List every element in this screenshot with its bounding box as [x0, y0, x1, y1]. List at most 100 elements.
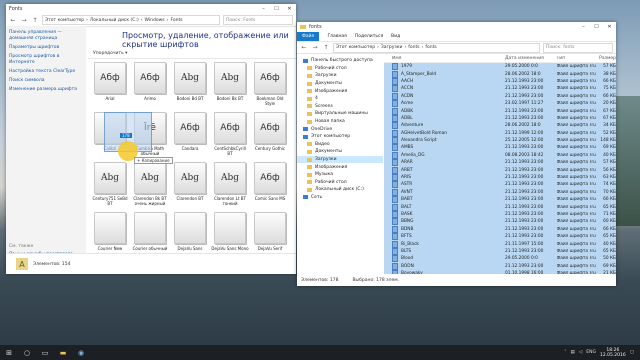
nav-item[interactable]: Изображения: [297, 87, 383, 95]
up-arrow-icon[interactable]: ↑: [31, 16, 39, 24]
nav-item[interactable]: Музыка: [297, 171, 383, 179]
nav-item[interactable]: Загрузки: [297, 72, 383, 80]
minimize-icon[interactable]: –: [257, 4, 270, 14]
language-indicator[interactable]: ENG: [586, 350, 596, 355]
font-tile[interactable]: Abg Clarendon Bk BT очень жирный: [130, 162, 170, 206]
font-tile[interactable]: Abg Bodoni Bd BT: [170, 61, 210, 106]
breadcrumb-item[interactable]: Windows: [145, 18, 165, 23]
breadcrumb-item[interactable]: fonts: [408, 45, 419, 50]
back-arrow-icon[interactable]: ←: [9, 16, 17, 24]
task-view-icon[interactable]: ▭: [36, 345, 54, 360]
font-tile[interactable]: Абф Arimo: [130, 61, 170, 106]
breadcrumb-item[interactable]: fonts: [425, 45, 436, 50]
breadcrumb-item[interactable]: Fonts: [170, 18, 182, 23]
nav-item[interactable]: Сеть: [297, 194, 383, 202]
sidebar-link[interactable]: Просмотр шрифтов в Интернете: [9, 54, 83, 66]
file-row[interactable]: BBNG 21.12.1993 23:00 Файл шрифта Tru... 60…: [384, 218, 616, 226]
breadcrumb-item[interactable]: Этот компьютер: [45, 18, 84, 23]
nav-item[interactable]: Этот компьютер: [297, 133, 383, 141]
notifications-icon[interactable]: ▢: [630, 350, 634, 355]
breadcrumb-item[interactable]: Загрузки: [381, 45, 403, 50]
file-row[interactable]: ASTR 21.12.1993 23:00 Файл шрифта Tru... 74…: [384, 181, 616, 189]
clock[interactable]: 18:26 12.05.2016: [600, 348, 626, 358]
ribbon-tab[interactable]: Главная: [327, 34, 346, 39]
column-header[interactable]: Тип: [557, 56, 597, 61]
font-tile[interactable]: Абф Bookman Old Style: [250, 61, 290, 106]
file-row[interactable]: Alexandra Script 25.12.2005 12:00 Файл шри…: [384, 137, 616, 145]
nav-item[interactable]: Виртуальные машины: [297, 110, 383, 118]
title-bar[interactable]: Fonts – ☐ ✕: [6, 4, 296, 14]
font-tile[interactable]: Абф Arial: [90, 61, 130, 106]
font-tile[interactable]: Абф Comic Sans MS: [250, 161, 290, 206]
file-row[interactable]: AMBS 21.12.1993 23:00 Файл шрифта Tru... 69…: [384, 144, 616, 152]
nav-item[interactable]: Screens: [297, 103, 383, 111]
font-tile[interactable]: Abg Century751 SeBd BT: [90, 162, 130, 206]
file-row[interactable]: Acme 23.02.1997 11:27 Файл шрифта Tru... 20…: [384, 100, 616, 108]
file-row[interactable]: BLTS 21.12.1993 23:00 Файл шрифта Tru... 65…: [384, 247, 616, 255]
file-row[interactable]: AVNT 21.12.1993 23:00 Файл шрифта Tru... 70…: [384, 188, 616, 196]
title-bar[interactable]: fonts – ☐ ✕: [297, 22, 616, 32]
font-tile[interactable]: Abg Clarendon Lt BT тонкий: [210, 162, 250, 206]
file-row[interactable]: 1979 29.05.2000 0:0 Файл шрифта Tru... 57 К…: [384, 63, 616, 71]
file-row[interactable]: ARBT 21.12.1993 23:00 Файл шрифта Tru... 56…: [384, 166, 616, 174]
file-row[interactable]: Blood 29.05.2000 0:0 Файл шрифта Tru... 50 …: [384, 255, 616, 263]
file-row[interactable]: BALT 21.12.1993 23:00 Файл шрифта Tru... 65…: [384, 203, 616, 211]
network-icon[interactable]: ▤: [571, 350, 575, 355]
font-tile[interactable]: Абф Candara: [170, 111, 210, 156]
file-row[interactable]: ADBK 21.12.1993 23:00 Файл шрифта Tru... 67…: [384, 107, 616, 115]
nav-item[interactable]: 4: [297, 95, 383, 103]
sidebar-link[interactable]: Поиск символа: [9, 78, 83, 84]
sidebar-link[interactable]: Настройка текста ClearType: [9, 69, 83, 75]
nav-item[interactable]: Загрузки: [297, 155, 383, 164]
column-header[interactable]: Размер: [596, 56, 616, 61]
nav-item[interactable]: Видео: [297, 141, 383, 149]
nav-item[interactable]: Документы: [297, 80, 383, 88]
font-tile[interactable]: Абф CentSchbkCyrill BT: [210, 111, 250, 156]
nav-item[interactable]: Локальный диск (C:): [297, 186, 383, 194]
browser-taskbar-icon[interactable]: ◉: [72, 345, 90, 360]
file-row[interactable]: ARIS 21.12.1993 23:00 Файл шрифта Tru... 63…: [384, 174, 616, 182]
maximize-icon[interactable]: ☐: [270, 4, 283, 14]
up-arrow-icon[interactable]: ↑: [322, 44, 330, 52]
forward-arrow-icon[interactable]: →: [311, 44, 319, 52]
font-tile[interactable]: DejaVu Sans Mono: [210, 211, 250, 251]
ribbon-tab[interactable]: Вид: [391, 34, 400, 39]
tray-arrow-icon[interactable]: ˄: [564, 350, 566, 355]
ribbon-tab[interactable]: Файл: [297, 32, 320, 41]
breadcrumb-item[interactable]: Локальный диск (C:): [90, 18, 139, 23]
column-header[interactable]: Имя: [384, 56, 505, 61]
font-tile[interactable]: Abg Bodoni Bk BT: [210, 61, 250, 106]
nav-item[interactable]: OneDrive: [297, 125, 383, 133]
ribbon-tab[interactable]: Поделиться: [355, 34, 383, 39]
column-header[interactable]: Дата изменения: [505, 56, 557, 61]
font-tile[interactable]: Abg Clarendon BT: [170, 161, 210, 206]
file-row[interactable]: Adventure 28.06.2002 18:0 Файл шрифта Tru.…: [384, 122, 616, 130]
file-row[interactable]: A_Stamper_Bold 28.06.2002 18:0 Файл шрифта…: [384, 70, 616, 78]
breadcrumb[interactable]: Этот компьютер › Загрузки › fonts › fonts: [333, 42, 540, 53]
file-row[interactable]: ADBL 21.12.1993 23:00 Файл шрифта Tru... 67…: [384, 114, 616, 122]
search-icon[interactable]: ○: [18, 345, 36, 360]
font-tile[interactable]: Courier New: [90, 211, 130, 251]
search-input[interactable]: Поиск: fonts: [543, 42, 613, 53]
minimize-icon[interactable]: –: [577, 22, 590, 32]
organize-button[interactable]: Упорядочить ▾: [93, 51, 127, 56]
sidebar-link[interactable]: Панель управления — домашняя страница: [9, 30, 83, 42]
sidebar-link[interactable]: Изменение размера шрифта: [9, 87, 83, 93]
sidebar-link[interactable]: Параметры шрифтов: [9, 45, 83, 51]
nav-item[interactable]: Новая папка: [297, 118, 383, 126]
nav-item[interactable]: Рабочий стол: [297, 179, 383, 187]
font-tile[interactable]: DejaVu Serif: [250, 211, 290, 251]
maximize-icon[interactable]: ☐: [590, 22, 603, 32]
explorer-taskbar-icon[interactable]: ▬: [54, 345, 72, 360]
file-row[interactable]: ACDN 21.12.1993 23:00 Файл шрифта Tru... 66…: [384, 92, 616, 100]
nav-item[interactable]: Панель быстрого доступа: [297, 57, 383, 65]
file-row[interactable]: BASK 21.12.1993 23:00 Файл шрифта Tru... 71…: [384, 211, 616, 218]
search-input[interactable]: Поиск: Fonts: [223, 15, 293, 25]
file-row[interactable]: Bi_Black 21.11.1997 15:00 Файл шрифта Tru.…: [384, 240, 616, 248]
file-row[interactable]: BFTS 21.12.1993 23:00 Файл шрифта Tru... 65…: [384, 233, 616, 241]
nav-item[interactable]: Документы: [297, 148, 383, 156]
file-row[interactable]: ACCN 21.12.1993 23:00 Файл шрифта Tru... 75…: [384, 85, 616, 93]
file-row[interactable]: BODN 21.12.1993 23:00 Файл шрифта Tru... 69…: [384, 262, 616, 270]
nav-item[interactable]: Рабочий стол: [297, 65, 383, 73]
font-tile[interactable]: DejaVu Sans: [170, 211, 210, 251]
